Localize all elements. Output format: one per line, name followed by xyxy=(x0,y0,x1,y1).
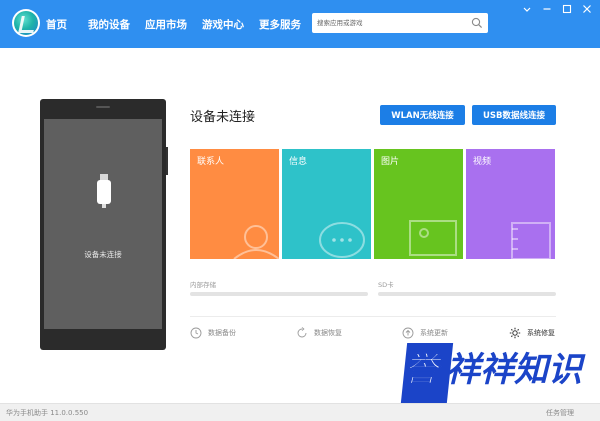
tile-messages[interactable]: 信息 xyxy=(282,149,371,259)
main-nav: 首页 我的设备 应用市场 游戏中心 更多服务 xyxy=(46,0,301,55)
nav-item-label: 我的设备 xyxy=(88,18,130,31)
internal-storage-label: 内部存储 xyxy=(190,281,216,289)
nav-item-label: 游戏中心 xyxy=(202,18,244,31)
app-logo[interactable] xyxy=(12,9,40,37)
nav-item-home[interactable]: 首页 xyxy=(46,17,67,55)
nav-item-label: 首页 xyxy=(46,18,67,31)
search-icon[interactable] xyxy=(471,17,483,29)
nav-item-label: 应用市场 xyxy=(145,18,187,31)
task-manager-link[interactable]: 任务管理 xyxy=(546,408,574,418)
tool-label: 数据备份 xyxy=(208,329,236,337)
tile-label: 联系人 xyxy=(197,157,225,167)
tile-label: 视频 xyxy=(473,157,492,167)
watermark-text: 祥祥知识 xyxy=(446,350,582,390)
phone-speaker xyxy=(96,106,110,108)
connection-status-title: 设备未连接 xyxy=(190,110,256,125)
sd-card-bar xyxy=(378,292,556,296)
usb-plug-icon xyxy=(97,174,111,208)
system-update-button[interactable]: 系统更新 xyxy=(402,326,448,340)
nav-item-label: 更多服务 xyxy=(259,18,301,31)
watermark-first-char: 誉 xyxy=(404,350,439,391)
system-repair-button[interactable]: 系统修复 xyxy=(509,326,555,340)
sd-card-label: SD卡 xyxy=(378,281,394,289)
phone-illustration: 设备未连接 xyxy=(40,99,168,350)
update-icon xyxy=(402,327,414,339)
status-bar: 华为手机助手 11.0.0.550 任务管理 xyxy=(0,403,600,421)
nav-item-game-center[interactable]: 游戏中心 xyxy=(202,17,244,32)
close-icon[interactable] xyxy=(582,4,592,14)
huawei-assistant-logo-icon xyxy=(14,11,38,35)
search-input[interactable] xyxy=(312,13,488,33)
search-box xyxy=(312,13,488,33)
app-version: 华为手机助手 11.0.0.550 xyxy=(6,409,89,417)
divider xyxy=(190,316,556,317)
wlan-connect-button[interactable]: WLAN无线连接 xyxy=(380,105,465,125)
tile-videos[interactable]: 视频 xyxy=(466,149,555,259)
data-backup-button[interactable]: 数据备份 xyxy=(190,326,236,340)
tile-pictures[interactable]: 图片 xyxy=(374,149,463,259)
tool-label: 数据恢复 xyxy=(314,329,342,337)
active-indicator-dot xyxy=(55,49,60,55)
tile-contacts[interactable]: 联系人 xyxy=(190,149,279,259)
backup-icon xyxy=(190,327,202,339)
nav-item-my-device[interactable]: 我的设备 xyxy=(88,17,130,32)
phone-side-button xyxy=(166,147,168,175)
minimize-icon[interactable] xyxy=(542,4,552,14)
usb-connect-button[interactable]: USB数据线连接 xyxy=(472,105,556,125)
menu-icon[interactable] xyxy=(522,4,532,14)
phone-screen: 设备未连接 xyxy=(44,119,162,329)
tile-label: 信息 xyxy=(289,157,308,167)
device-status-label: 设备未连接 xyxy=(84,250,122,259)
nav-item-more-services[interactable]: 更多服务 xyxy=(259,17,301,32)
nav-item-app-market[interactable]: 应用市场 xyxy=(145,17,187,32)
tool-label: 系统更新 xyxy=(420,329,448,337)
top-bar: 首页 我的设备 应用市场 游戏中心 更多服务 xyxy=(0,0,600,55)
repair-icon xyxy=(509,327,521,339)
window-controls xyxy=(522,4,592,14)
tile-label: 图片 xyxy=(381,157,400,167)
maximize-icon[interactable] xyxy=(562,4,572,14)
restore-icon xyxy=(297,327,307,338)
tool-label: 系统修复 xyxy=(527,329,555,337)
internal-storage-bar xyxy=(190,292,368,296)
data-restore-button[interactable]: 数据恢复 xyxy=(296,326,342,340)
